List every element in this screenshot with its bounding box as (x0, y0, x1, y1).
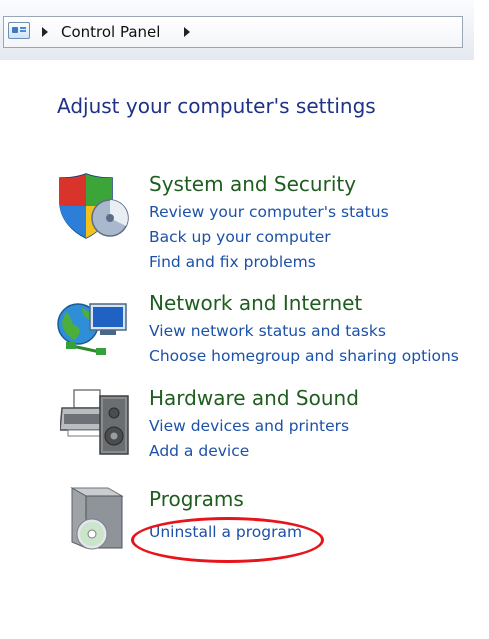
link-view-network-status[interactable]: View network status and tasks (149, 322, 386, 340)
link-find-fix[interactable]: Find and fix problems (149, 253, 316, 271)
link-homegroup-sharing[interactable]: Choose homegroup and sharing options (149, 347, 459, 365)
category-title-network-internet[interactable]: Network and Internet (149, 291, 362, 315)
highlight-annotation-oval (131, 517, 324, 563)
programs-box-icon[interactable] (62, 484, 128, 554)
link-review-status[interactable]: Review your computer's status (149, 203, 389, 221)
printer-speaker-icon[interactable] (60, 386, 134, 458)
breadcrumb-arrow-icon[interactable] (184, 27, 190, 37)
shield-icon[interactable] (56, 170, 134, 244)
window-edge (474, 0, 489, 639)
link-view-devices-printers[interactable]: View devices and printers (149, 417, 349, 435)
category-title-programs[interactable]: Programs (149, 487, 244, 511)
link-back-up[interactable]: Back up your computer (149, 228, 331, 246)
link-add-device[interactable]: Add a device (149, 442, 249, 460)
page-title: Adjust your computer's settings (57, 94, 376, 118)
category-title-system-security[interactable]: System and Security (149, 172, 356, 196)
control-panel-icon[interactable] (8, 22, 30, 39)
breadcrumb-control-panel[interactable]: Control Panel (61, 23, 160, 41)
breadcrumb-arrow-icon[interactable] (42, 27, 48, 37)
category-title-hardware-sound[interactable]: Hardware and Sound (149, 386, 359, 410)
network-globe-icon[interactable] (54, 294, 134, 360)
